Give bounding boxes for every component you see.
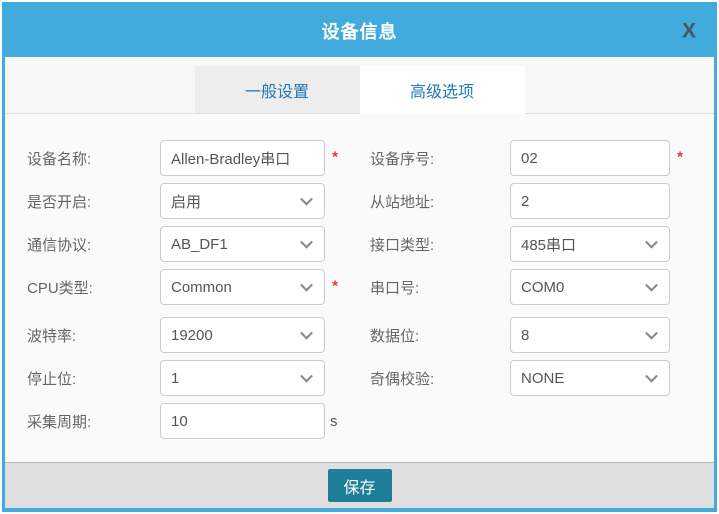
cpu-type-select[interactable]: Common <box>160 269 325 305</box>
cpu-type-select-value: Common <box>171 279 232 296</box>
dialog-footer: 保存 <box>5 462 714 508</box>
form-row: 停止位: 1 奇偶校验: NONE <box>27 360 714 396</box>
enable-select-value: 启用 <box>171 191 201 212</box>
cpu-type-label: CPU类型: <box>27 277 160 298</box>
form-row: CPU类型: Common * 串口号: COM0 <box>27 269 714 305</box>
dialog-title: 设备信息 <box>322 18 398 44</box>
data-bits-select[interactable]: 8 <box>510 317 670 353</box>
chevron-down-icon <box>645 327 658 340</box>
chevron-down-icon <box>645 279 658 292</box>
serial-port-label: 串口号: <box>370 277 510 298</box>
required-marker: * <box>677 149 683 166</box>
serial-port-select-value: COM0 <box>521 279 564 296</box>
required-marker: * <box>332 149 338 166</box>
protocol-select[interactable]: AB_DF1 <box>160 226 325 262</box>
chevron-down-icon <box>300 279 313 292</box>
chevron-down-icon <box>300 236 313 249</box>
form-row: 设备名称: * 设备序号: * <box>27 140 714 176</box>
close-icon[interactable]: X <box>682 21 696 42</box>
device-serial-input[interactable] <box>510 140 670 176</box>
tab-strip: 一般设置 高级选项 <box>5 57 714 114</box>
stop-bits-label: 停止位: <box>27 368 160 389</box>
baud-rate-select[interactable]: 19200 <box>160 317 325 353</box>
stop-bits-select[interactable]: 1 <box>160 360 325 396</box>
protocol-label: 通信协议: <box>27 234 160 255</box>
tab-general-settings[interactable]: 一般设置 <box>195 66 360 113</box>
baud-rate-label: 波特率: <box>27 325 160 346</box>
collect-period-unit: s <box>330 413 338 430</box>
enable-select[interactable]: 启用 <box>160 183 325 219</box>
save-button[interactable]: 保存 <box>328 469 392 502</box>
interface-type-select-value: 485串口 <box>521 234 576 255</box>
tab-advanced-options[interactable]: 高级选项 <box>360 66 525 114</box>
form-row: 采集周期: s <box>27 403 714 439</box>
parity-label: 奇偶校验: <box>370 368 510 389</box>
interface-type-select[interactable]: 485串口 <box>510 226 670 262</box>
device-form: 设备名称: * 设备序号: * 是否开启: 启用 从站地址: <box>5 114 714 462</box>
chevron-down-icon <box>300 327 313 340</box>
device-info-dialog: 设备信息 X 一般设置 高级选项 设备名称: * 设备序号: * 是否开启: 启… <box>2 2 717 512</box>
parity-select[interactable]: NONE <box>510 360 670 396</box>
slave-address-input[interactable] <box>510 183 670 219</box>
slave-address-label: 从站地址: <box>370 191 510 212</box>
interface-type-label: 接口类型: <box>370 234 510 255</box>
serial-port-select[interactable]: COM0 <box>510 269 670 305</box>
chevron-down-icon <box>300 370 313 383</box>
stop-bits-select-value: 1 <box>171 370 179 387</box>
device-name-input[interactable] <box>160 140 325 176</box>
chevron-down-icon <box>300 193 313 206</box>
chevron-down-icon <box>645 370 658 383</box>
required-marker: * <box>332 278 338 295</box>
dialog-titlebar: 设备信息 X <box>5 5 714 57</box>
parity-select-value: NONE <box>521 370 564 387</box>
data-bits-label: 数据位: <box>370 325 510 346</box>
data-bits-select-value: 8 <box>521 327 529 344</box>
collect-period-input[interactable] <box>160 403 325 439</box>
device-name-label: 设备名称: <box>27 148 160 169</box>
form-row: 波特率: 19200 数据位: 8 <box>27 317 714 353</box>
device-serial-label: 设备序号: <box>370 148 510 169</box>
protocol-select-value: AB_DF1 <box>171 236 228 253</box>
collect-period-label: 采集周期: <box>27 411 160 432</box>
chevron-down-icon <box>645 236 658 249</box>
baud-rate-select-value: 19200 <box>171 327 213 344</box>
form-row: 通信协议: AB_DF1 接口类型: 485串口 <box>27 226 714 262</box>
form-row: 是否开启: 启用 从站地址: <box>27 183 714 219</box>
enable-label: 是否开启: <box>27 191 160 212</box>
